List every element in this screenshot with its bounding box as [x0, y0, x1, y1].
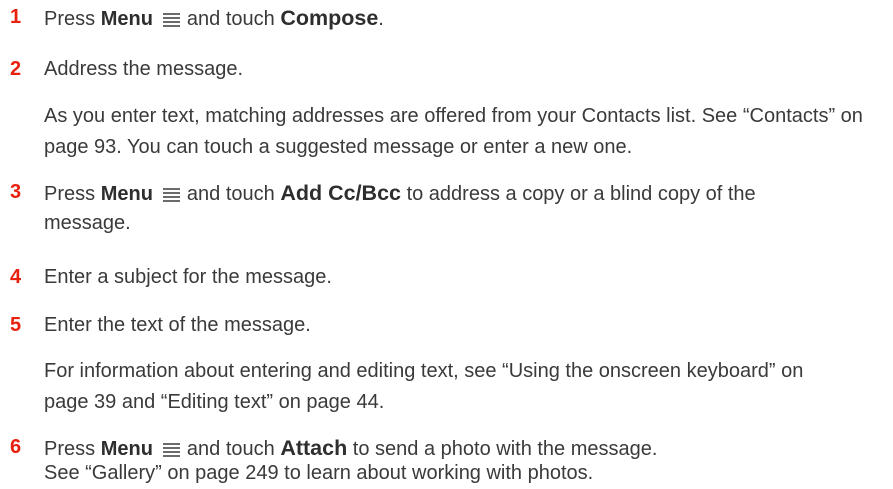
step-number: 3 [10, 181, 22, 203]
step-text-pre: Press [44, 183, 96, 205]
step-text: Enter a subject for the message. [44, 266, 332, 288]
step-text-continuation: message. [44, 212, 131, 234]
step-number: 4 [10, 266, 22, 288]
step-5-note: For information about entering and editi… [44, 360, 804, 413]
step-text: Press Menu and touch Add Cc/Bcc to addres… [44, 177, 756, 210]
step-text-post: to address a copy or a blind copy of the [406, 183, 756, 205]
step-text-post: to send a photo with the message. [352, 438, 658, 460]
step-text-pre: Press [44, 438, 96, 460]
instructions-page: 1 Press Menu and touch Compose. 2 Address… [0, 0, 893, 487]
step-number: 5 [10, 314, 22, 336]
step-number: 2 [10, 58, 22, 80]
step-text: Enter the text of the message. [44, 314, 311, 336]
menu-key-label: Menu [100, 183, 153, 205]
step-number: 6 [10, 436, 22, 458]
step-text-post: . [378, 8, 384, 30]
step-6-note: See “Gallery” on page 249 to learn about… [44, 462, 594, 484]
step-text-pre: Press [44, 8, 96, 30]
step-text-mid: and touch [186, 183, 275, 205]
step-text-mid: and touch [186, 8, 275, 30]
menu-key-label: Menu [100, 438, 153, 460]
menu-icon [162, 443, 180, 457]
step-text: Address the message. [44, 58, 243, 80]
step-number: 1 [10, 6, 22, 28]
command-label: Attach [280, 436, 348, 460]
step-2-note: As you enter text, matching addresses ar… [44, 105, 863, 158]
menu-icon [162, 188, 180, 202]
menu-key-label: Menu [100, 8, 153, 30]
step-text: Press Menu and touch Compose. [44, 2, 384, 35]
menu-icon [162, 13, 180, 27]
step-text-mid: and touch [186, 438, 275, 460]
command-label: Add Cc/Bcc [280, 181, 401, 205]
command-label: Compose [280, 6, 379, 30]
